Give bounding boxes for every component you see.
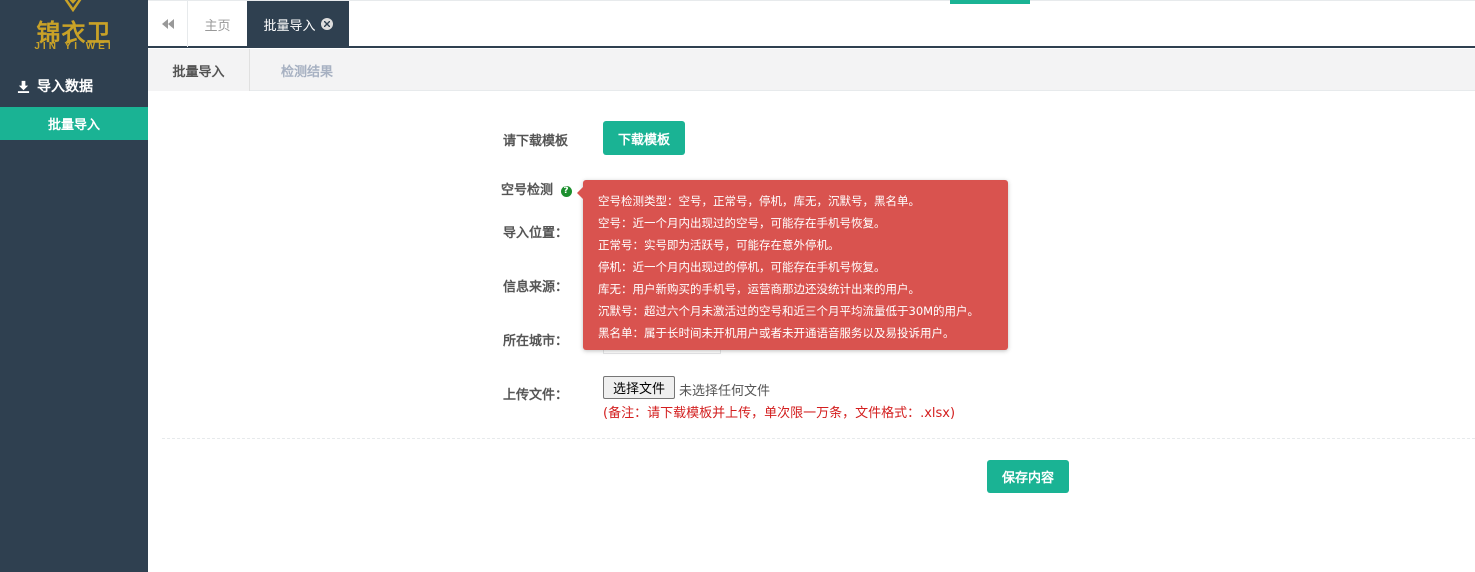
tooltip-line: 停机：近一个月内出现过的停机，可能存在手机号恢复。 xyxy=(598,260,886,274)
detect-help-tooltip: 空号检测类型：空号，正常号，停机，库无，沉默号，黑名单。 空号：近一个月内出现过… xyxy=(577,180,1008,350)
source-label: 信息来源： xyxy=(503,280,569,295)
city-label: 所在城市： xyxy=(503,334,569,349)
download-icon xyxy=(17,80,30,93)
tab-scroll-left-button[interactable] xyxy=(148,1,188,47)
nav-section-import-data[interactable]: 导入数据 xyxy=(0,66,148,106)
logo: 锦衣卫 JIN YI WEI xyxy=(0,0,148,60)
tab-home[interactable]: 主页 xyxy=(188,1,247,47)
file-status: 未选择任何文件 xyxy=(679,384,771,399)
upload-note: (备注：请下载模板并上传，单次限一万条，文件格式：.xlsx) xyxy=(603,406,956,421)
shield-emblem-icon xyxy=(64,0,82,12)
form-divider xyxy=(162,438,1475,439)
topbar-accent xyxy=(950,0,1030,4)
subtab-detection-results[interactable]: 检测结果 xyxy=(250,49,364,91)
save-button[interactable]: 保存内容 xyxy=(987,460,1069,493)
detect-label-text: 空号检测 xyxy=(501,183,554,198)
close-icon[interactable] xyxy=(320,18,333,30)
template-label: 请下载模板 xyxy=(503,134,569,149)
tooltip-line: 黑名单：属于长时间未开机用户或者未开通语音服务以及易投诉用户。 xyxy=(598,326,955,340)
tooltip-line: 空号检测类型：空号，正常号，停机，库无，沉默号，黑名单。 xyxy=(598,194,920,208)
sidebar: 锦衣卫 JIN YI WEI 导入数据 批量导入 xyxy=(0,0,148,572)
tooltip-line: 正常号：实号即为活跃号，可能存在意外停机。 xyxy=(598,238,840,252)
tooltip-line: 沉默号：超过六个月未激活过的空号和近三个月平均流量低于30M的用户。 xyxy=(598,304,980,318)
tooltip-line: 库无：用户新购买的手机号，运营商那边还没统计出来的用户。 xyxy=(598,282,920,296)
download-template-button[interactable]: 下载模板 xyxy=(603,121,685,155)
top-tab-bar: 主页 批量导入 xyxy=(148,0,1475,48)
tooltip-arrow xyxy=(577,187,583,199)
tab-batch-import-label: 批量导入 xyxy=(263,18,316,34)
subtab-batch-import[interactable]: 批量导入 xyxy=(148,49,250,91)
detect-label: 空号检测 ? xyxy=(501,179,572,198)
help-icon[interactable]: ? xyxy=(560,185,572,197)
tooltip-line: 空号：近一个月内出现过的空号，可能存在手机号恢复。 xyxy=(598,216,886,230)
position-label: 导入位置： xyxy=(503,226,569,241)
nav-section-label: 导入数据 xyxy=(37,79,93,95)
upload-label: 上传文件： xyxy=(503,388,569,403)
sidebar-item-batch-import[interactable]: 批量导入 xyxy=(0,107,148,140)
logo-subtext: JIN YI WEI xyxy=(34,41,114,52)
choose-file-button[interactable]: 选择文件 xyxy=(603,376,675,399)
double-chevron-left-icon xyxy=(161,19,174,29)
tab-batch-import[interactable]: 批量导入 xyxy=(247,1,349,47)
sub-tabs: 批量导入 检测结果 xyxy=(148,49,1475,91)
